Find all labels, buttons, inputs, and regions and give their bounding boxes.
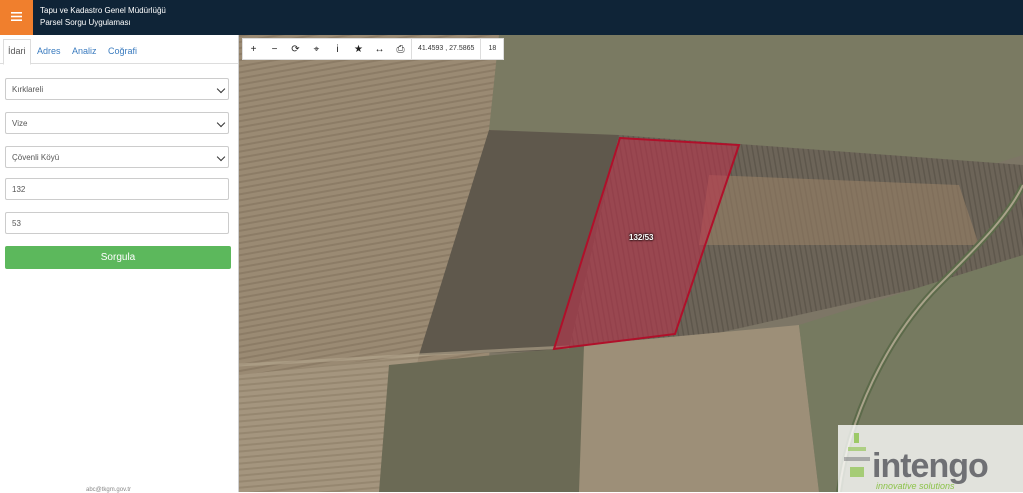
measure-icon[interactable]: ↔ [369, 39, 390, 59]
satellite-imagery [239, 35, 1023, 492]
tab-cografi[interactable]: Coğrafi [108, 40, 137, 63]
parcel-label: 132/53 [629, 233, 654, 242]
hamburger-icon [11, 11, 22, 24]
app-title-line1: Tapu ve Kadastro Genel Müdürlüğü [40, 6, 166, 15]
province-value: Kırklareli [12, 85, 44, 94]
print-icon[interactable]: ⎙ [390, 39, 411, 59]
coordinate-readout: 41.4593 , 27.5865 [411, 39, 480, 59]
chevron-down-icon [216, 118, 226, 128]
district-select[interactable]: Vize [5, 112, 229, 134]
sidebar: İdari Adres Analiz Coğrafi Kırklareli Vi… [0, 35, 239, 493]
neighborhood-value: Çövenli Köyü [12, 153, 60, 162]
logo-subtext: innovative solutions [876, 481, 955, 491]
province-select[interactable]: Kırklareli [5, 78, 229, 100]
district-value: Vize [12, 119, 28, 128]
zoom-level: 18 [480, 39, 503, 59]
parcel-value: 53 [12, 219, 21, 228]
intengo-logo: intengo innovative solutions [838, 425, 1023, 492]
map-view[interactable]: + − ⟳ ⌖ i ★ ↔ ⎙ 41.4593 , 27.5865 18 132… [239, 35, 1023, 492]
tab-adres[interactable]: Adres [37, 40, 61, 63]
app-title-line2: Parsel Sorgu Uygulaması [40, 18, 131, 27]
block-input[interactable]: 132 [5, 178, 229, 200]
parcel-input[interactable]: 53 [5, 212, 229, 234]
locate-icon[interactable]: ⌖ [306, 39, 327, 59]
top-bar: Tapu ve Kadastro Genel Müdürlüğü Parsel … [0, 0, 1023, 35]
zoom-in-icon[interactable]: + [243, 39, 264, 59]
menu-button[interactable] [0, 0, 33, 35]
sidebar-footer: abc@tkgm.gov.tr [86, 487, 131, 493]
block-value: 132 [12, 185, 26, 194]
chevron-down-icon [216, 152, 226, 162]
neighborhood-select[interactable]: Çövenli Köyü [5, 146, 229, 168]
zoom-out-icon[interactable]: − [264, 39, 285, 59]
chevron-down-icon [216, 84, 226, 94]
star-icon[interactable]: ★ [348, 39, 369, 59]
app-title: Tapu ve Kadastro Genel Müdürlüğü Parsel … [40, 5, 166, 29]
logo-mark-icon [844, 433, 870, 477]
tab-analiz[interactable]: Analiz [72, 40, 97, 63]
tab-idari[interactable]: İdari [3, 39, 31, 65]
sidebar-tabs: İdari Adres Analiz Coğrafi [0, 35, 238, 65]
refresh-icon[interactable]: ⟳ [285, 39, 306, 59]
query-button[interactable]: Sorgula [5, 246, 231, 269]
map-toolbar: + − ⟳ ⌖ i ★ ↔ ⎙ 41.4593 , 27.5865 18 [242, 38, 505, 60]
info-icon[interactable]: i [327, 39, 348, 59]
